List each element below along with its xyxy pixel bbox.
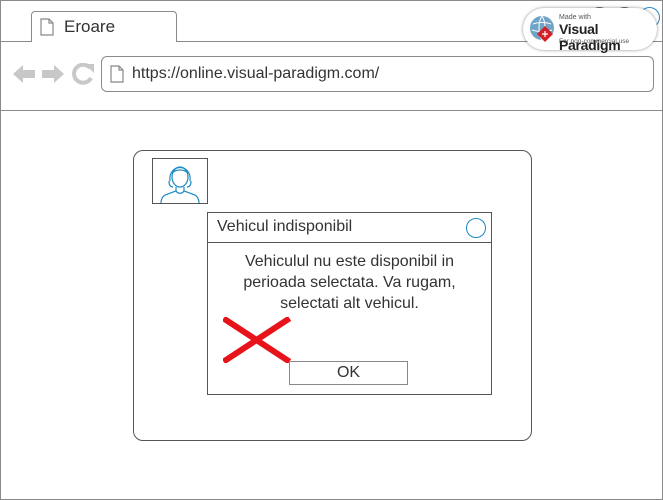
visual-paradigm-watermark: Made with Visual Paradigm For non-commer… xyxy=(523,8,657,53)
dialog-message: Vehiculul nu este disponibil in perioada… xyxy=(243,253,456,312)
error-dialog: Vehicul indisponibil Vehiculul nu este d… xyxy=(207,212,492,395)
dialog-title: Vehicul indisponibil xyxy=(217,218,353,235)
error-x-icon xyxy=(223,317,291,363)
dialog-header: Vehicul indisponibil xyxy=(208,213,491,243)
refresh-icon[interactable] xyxy=(71,63,95,85)
dialog-close-button[interactable] xyxy=(466,218,486,238)
url-text: https://online.visual-paradigm.com/ xyxy=(132,65,380,82)
visual-paradigm-logo-icon xyxy=(530,15,554,42)
page-icon xyxy=(110,65,124,83)
browser-window: Eroare https://online.visual-paradigm.co… xyxy=(0,0,663,500)
browser-tab[interactable]: Eroare xyxy=(31,11,177,42)
tab-title: Eroare xyxy=(64,17,116,36)
ok-button[interactable]: OK xyxy=(289,361,408,385)
back-arrow-icon[interactable] xyxy=(12,64,36,84)
page-icon xyxy=(40,18,54,36)
forward-arrow-icon[interactable] xyxy=(41,64,65,84)
watermark-made-with: Made with xyxy=(559,14,591,21)
user-icon xyxy=(160,166,200,204)
watermark-note: For non-commercial use xyxy=(559,38,630,45)
address-bar[interactable]: https://online.visual-paradigm.com/ xyxy=(101,56,654,92)
watermark-brand: Visual Paradigm xyxy=(559,21,621,53)
user-avatar xyxy=(152,158,208,204)
